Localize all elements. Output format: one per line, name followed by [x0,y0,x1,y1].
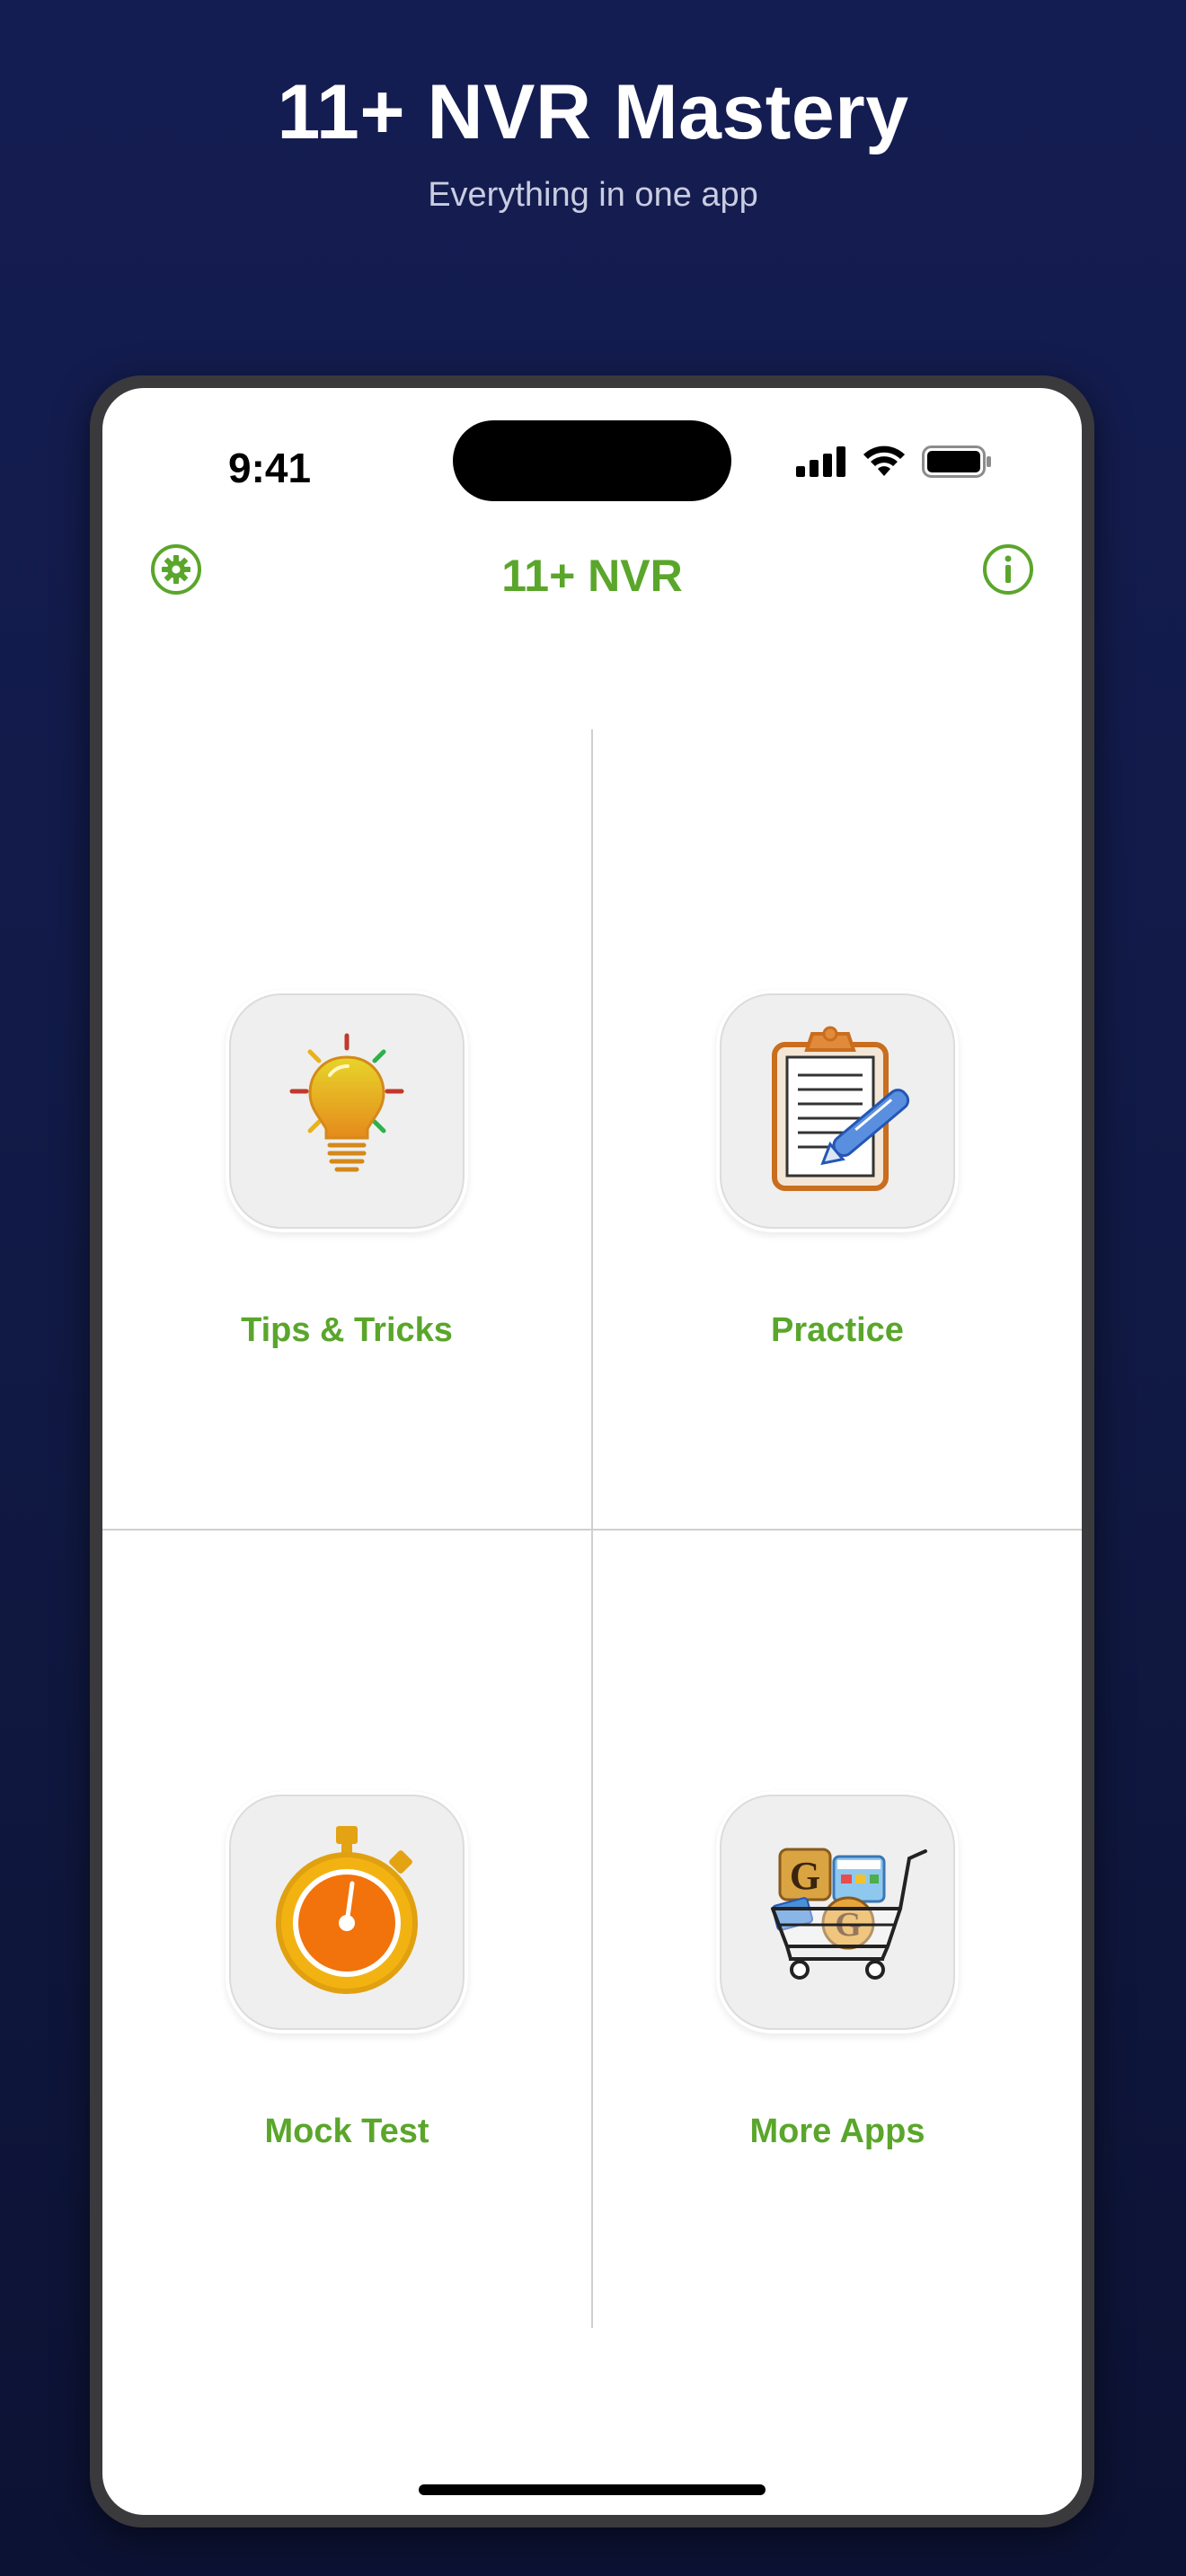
cellular-signal-icon [796,446,845,477]
menu-item-mock-test[interactable]: Mock Test [102,1531,591,2330]
practice-tile[interactable] [716,990,959,1232]
shopping-cart-icon: G G [771,1848,927,1980]
info-icon[interactable] [981,543,1035,596]
battery-icon [922,446,991,478]
menu-item-more-apps[interactable]: G G [593,1531,1082,2330]
lightbulb-icon [289,1033,404,1172]
promo-title: 11+ NVR Mastery [277,69,909,155]
stopwatch-icon [276,1826,418,1994]
menu-item-label: Tips & Tricks [241,1311,453,1349]
more-apps-tile[interactable]: G G [716,1791,959,2033]
clipboard-pen-icon [772,1026,910,1191]
status-time: 9:41 [228,445,312,491]
mock-test-tile[interactable] [226,1791,468,2033]
menu-item-tips-tricks[interactable]: Tips & Tricks [102,729,591,1529]
wifi-icon [863,446,905,476]
home-indicator[interactable] [419,2484,766,2495]
promo-subtitle: Everything in one app [428,176,758,214]
app-screen: 9:41 11+ NVR Tips & Tricks Practice Mock… [102,388,1082,2515]
navbar-title: 11+ NVR [501,551,683,601]
dynamic-island [453,420,731,501]
status-icons [796,446,992,478]
menu-item-label: More Apps [749,2113,925,2150]
menu-item-label: Mock Test [264,2113,429,2150]
menu-item-label: Practice [771,1311,904,1349]
menu-item-practice[interactable]: Practice [593,729,1082,1529]
tips-tile[interactable] [226,990,468,1232]
menu-grid: Tips & Tricks Practice Mock Test G More … [102,729,1082,2328]
svg-text:G: G [790,1854,820,1898]
device-frame: 9:41 11+ NVR Tips & Tricks Practice Mock… [90,375,1094,2527]
